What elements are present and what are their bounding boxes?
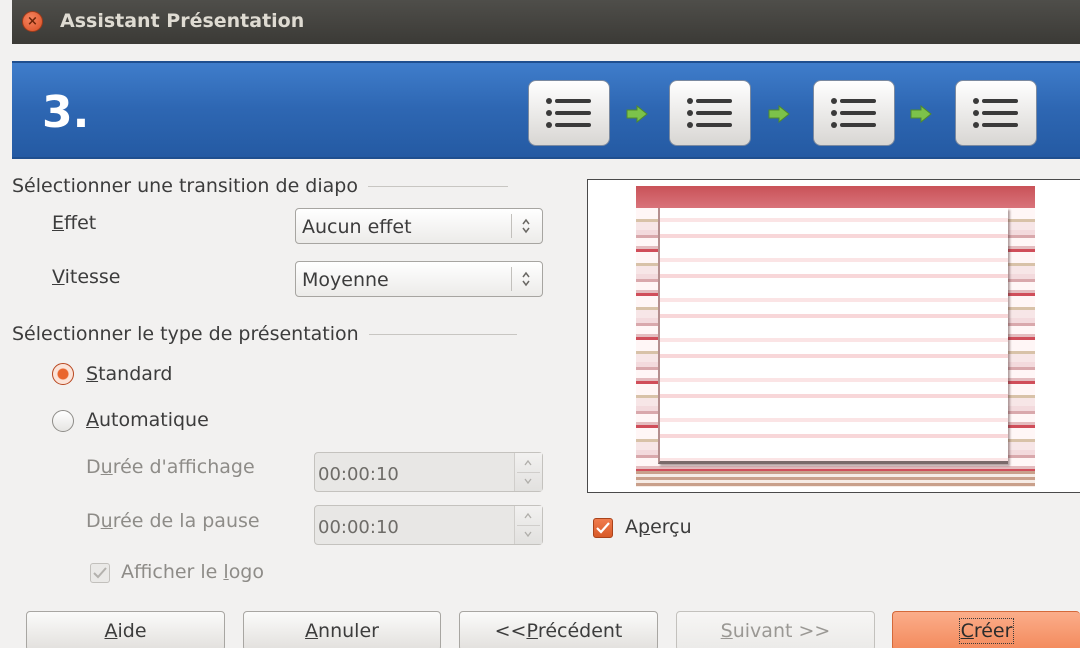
green-arrow-right-icon — [768, 105, 790, 123]
automatic-label[interactable]: Automatique — [86, 409, 209, 431]
updown-arrows-icon — [522, 218, 530, 234]
spin-up-icon — [524, 459, 532, 466]
next-button[interactable]: Suivant >> — [676, 611, 875, 648]
wizard-banner: 3. — [12, 61, 1080, 159]
pause-duration-label: Durée de la pause — [86, 510, 260, 532]
spin-down-icon — [524, 478, 532, 485]
help-button[interactable]: Aide — [26, 611, 225, 648]
type-group-title: Sélectionner le type de présentation — [12, 323, 359, 345]
preview-panel — [587, 179, 1080, 493]
step-3-list-icon — [813, 80, 895, 146]
green-arrow-right-icon — [626, 105, 648, 123]
group-divider — [367, 185, 508, 187]
window-title: Assistant Présentation — [60, 10, 305, 32]
effect-value: Aucun effet — [302, 216, 412, 238]
speed-dropdown[interactable]: Moyenne — [295, 261, 543, 297]
transition-group-title: Sélectionner une transition de diapo — [12, 175, 358, 197]
automatic-radio[interactable] — [52, 410, 74, 432]
group-divider — [368, 333, 517, 335]
preview-label[interactable]: Aperçu — [625, 516, 692, 538]
create-button[interactable]: Créer — [892, 611, 1080, 648]
spin-down-icon — [524, 531, 532, 538]
updown-arrows-icon — [522, 271, 530, 287]
effect-dropdown[interactable]: Aucun effet — [295, 208, 543, 244]
display-duration-value: 00:00:10 — [318, 464, 399, 485]
checkmark-icon — [93, 567, 107, 579]
transition-group-header: Sélectionner une transition de diapo — [12, 175, 508, 197]
show-logo-checkbox[interactable] — [90, 563, 110, 583]
close-icon: × — [27, 14, 38, 29]
checkmark-icon — [596, 522, 610, 534]
step-number: 3. — [42, 87, 90, 138]
display-duration-label: Durée d'affichage — [86, 456, 255, 478]
speed-value: Moyenne — [302, 269, 389, 291]
standard-label[interactable]: Standard — [86, 363, 172, 385]
spin-buttons[interactable] — [514, 506, 542, 544]
speed-label: Vitesse — [52, 266, 121, 288]
back-button[interactable]: << Précédent — [459, 611, 658, 648]
show-logo-label[interactable]: Afficher le logo — [121, 561, 264, 583]
type-group-header: Sélectionner le type de présentation — [12, 323, 517, 345]
slide-preview-image — [636, 186, 1035, 487]
effect-label: Effet — [52, 212, 97, 234]
preview-checkbox[interactable] — [593, 518, 613, 538]
cancel-button[interactable]: Annuler — [243, 611, 441, 648]
close-window-button[interactable]: × — [22, 11, 43, 32]
spin-up-icon — [524, 512, 532, 519]
pause-duration-spin[interactable]: 00:00:10 — [314, 505, 543, 545]
standard-radio[interactable] — [52, 363, 74, 385]
step-4-list-icon — [955, 80, 1037, 146]
title-bar: × Assistant Présentation — [12, 0, 1080, 44]
display-duration-spin[interactable]: 00:00:10 — [314, 452, 543, 492]
step-2-list-icon — [669, 80, 751, 146]
spin-buttons[interactable] — [514, 453, 542, 491]
step-1-list-icon — [528, 80, 610, 146]
pause-duration-value: 00:00:10 — [318, 517, 399, 538]
green-arrow-right-icon — [910, 105, 932, 123]
